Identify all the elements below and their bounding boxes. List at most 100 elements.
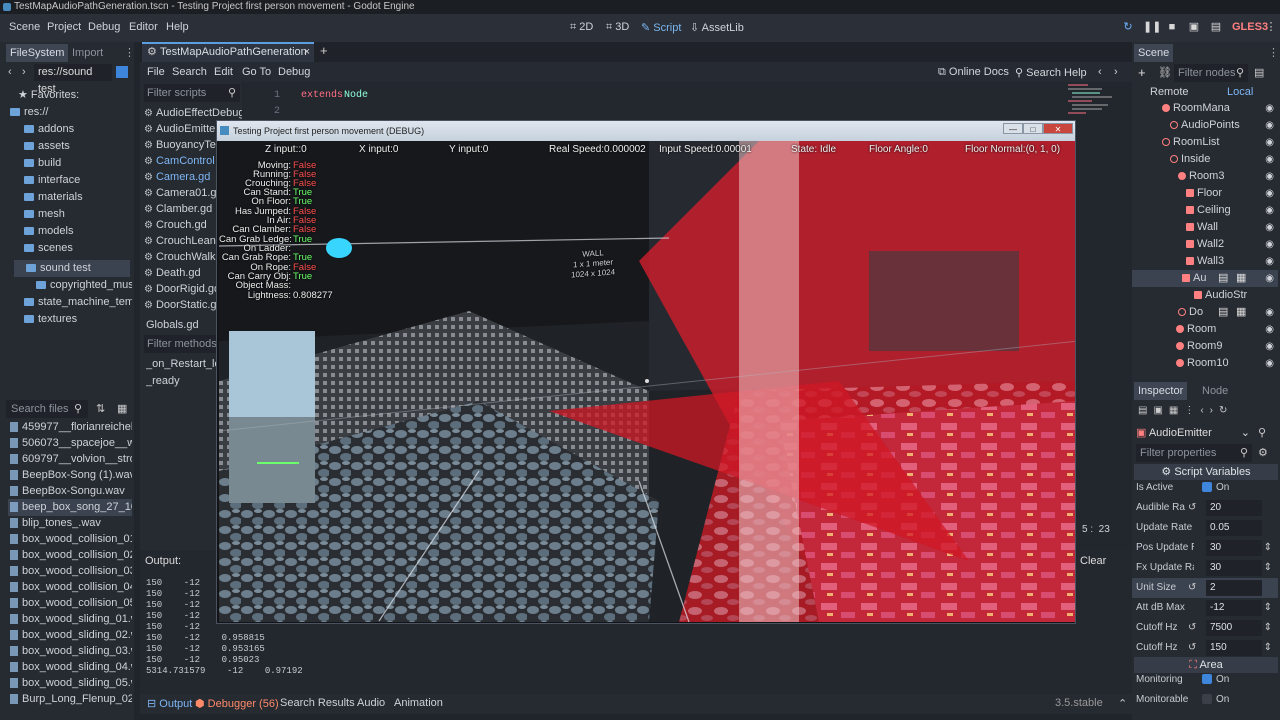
dock-menu-icon[interactable]: ⋮	[120, 44, 139, 62]
visibility-icon[interactable]: ◉	[1265, 117, 1274, 134]
scene-node[interactable]: Ceiling ◉	[1132, 202, 1278, 219]
path-field[interactable]: res://sound test	[34, 64, 112, 95]
visibility-icon[interactable]: ◉	[1265, 355, 1274, 372]
visibility-icon[interactable]: ◉	[1265, 100, 1274, 117]
menu-editor[interactable]: Editor	[129, 21, 158, 33]
file-item[interactable]: Burp_Long_Flenup_022.w	[10, 691, 132, 708]
file-item[interactable]: box_wood_sliding_04.wa	[10, 659, 132, 676]
workspace-script[interactable]: ✎ Script	[641, 21, 681, 34]
tab-search-results[interactable]: Search Results	[280, 697, 355, 709]
file-item[interactable]: 506073__spacejoe__wate	[10, 435, 132, 452]
revert-icon[interactable]: ↺	[1188, 618, 1196, 638]
script-icon[interactable]: ▤	[1218, 304, 1228, 321]
visibility-icon[interactable]: ◉	[1265, 202, 1274, 219]
game-window-titlebar[interactable]: Testing Project first person movement (D…	[217, 121, 1075, 141]
scene-node[interactable]: Room3 ◉	[1132, 168, 1278, 185]
spinner-icon[interactable]: ⇕	[1264, 598, 1272, 618]
revert-icon[interactable]: ↺	[1188, 638, 1196, 658]
prop-unit-size[interactable]: Unit Size ↺ 2	[1132, 578, 1278, 598]
visibility-icon[interactable]: ◉	[1265, 338, 1274, 355]
revert-icon[interactable]: ↺	[1188, 498, 1196, 518]
reload-icon[interactable]: ↻	[1121, 20, 1135, 34]
prop-update-rate[interactable]: Update Rate 0.05	[1132, 518, 1278, 538]
remote-tab[interactable]: Remote	[1150, 86, 1189, 98]
tab-output[interactable]: ⊟ Output	[147, 697, 192, 710]
file-item[interactable]: box_wood_sliding_02.wa	[10, 627, 132, 644]
inspector-toolbar[interactable]: ▤▣▦⋮‹›↻	[1138, 405, 1233, 416]
tune-icon[interactable]: ⚙	[1258, 446, 1268, 459]
tab-filesystem[interactable]: FileSystem	[6, 44, 69, 62]
add-tab-icon[interactable]: +	[320, 43, 328, 58]
tree-folder[interactable]: interface	[24, 172, 156, 189]
checkbox[interactable]	[1202, 674, 1212, 685]
spinner-icon[interactable]: ⇕	[1264, 558, 1272, 578]
panel-toggle-icon[interactable]: ⌃	[1118, 697, 1127, 710]
menu-project[interactable]: Project	[47, 21, 81, 33]
file-item[interactable]: box_wood_collision_03.w	[10, 563, 132, 580]
tab-audio[interactable]: Audio	[357, 697, 385, 709]
file-item[interactable]: box_wood_sliding_01.wa	[10, 611, 132, 628]
script-menu-goto[interactable]: Go To	[242, 66, 271, 78]
history-back-icon[interactable]: ‹	[1098, 66, 1102, 78]
visibility-icon[interactable]: ◉	[1265, 151, 1274, 168]
tree-folder[interactable]: models	[24, 223, 156, 240]
filter-scripts-input[interactable]: Filter scripts	[144, 84, 240, 102]
file-item[interactable]: box_wood_collision_05.w	[10, 595, 132, 612]
tree-res[interactable]: res://	[10, 104, 142, 121]
scene-menu-icon[interactable]: ▤	[1254, 66, 1264, 79]
workspace-3d[interactable]: ⌗ 3D	[606, 21, 629, 34]
tree-folder[interactable]: copyrighted_musi	[36, 277, 132, 294]
back-icon[interactable]: ‹	[8, 66, 12, 78]
script-menu-edit[interactable]: Edit	[214, 66, 233, 78]
spinner-icon[interactable]: ⇕	[1264, 618, 1272, 638]
play-scene-icon[interactable]: ▣	[1187, 20, 1201, 34]
prop-fx-update-rate[interactable]: Fx Update Ra 30 ⇕	[1132, 558, 1278, 578]
pause-icon[interactable]: ❚❚	[1143, 20, 1161, 34]
scene-node-selected[interactable]: Au ▤ ▦ ◉	[1132, 270, 1278, 287]
scene-node[interactable]: Wall ◉	[1132, 219, 1278, 236]
script-menu-file[interactable]: File	[147, 66, 165, 78]
tree-folder[interactable]: textures	[24, 311, 156, 328]
visibility-icon[interactable]: ◉	[1265, 270, 1274, 287]
prop-monitoring[interactable]: Monitoring On	[1132, 670, 1278, 690]
visibility-icon[interactable]: ◉	[1265, 134, 1274, 151]
tree-folder[interactable]: state_machine_tem	[24, 294, 132, 311]
workspace-2d[interactable]: ⌗ 2D	[570, 21, 593, 34]
menu-debug[interactable]: Debug	[88, 21, 120, 33]
prop-audible-range[interactable]: Audible Ra ↺ 20	[1132, 498, 1278, 518]
checkbox[interactable]	[1202, 694, 1212, 705]
script-icon[interactable]: ▤	[1218, 270, 1228, 287]
local-tab[interactable]: Local	[1227, 86, 1253, 98]
scene-node[interactable]: Wall3 ◉	[1132, 253, 1278, 270]
scene-node[interactable]: Room10 ◉	[1132, 355, 1278, 372]
visibility-icon[interactable]: ◉	[1265, 304, 1274, 321]
file-item[interactable]: box_wood_sliding_03.wa	[10, 643, 132, 660]
tree-folder[interactable]: addons	[24, 121, 156, 138]
workspace-assetlib[interactable]: ⇩ AssetLib	[690, 21, 744, 34]
tree-folder[interactable]: mesh	[24, 206, 156, 223]
filter-properties-input[interactable]: Filter properties	[1136, 444, 1252, 462]
forward-icon[interactable]: ›	[22, 66, 26, 78]
renderer-label[interactable]: GLES3	[1232, 21, 1268, 33]
tab-import[interactable]: Import	[68, 44, 107, 62]
spinner-icon[interactable]: ⇕	[1264, 538, 1272, 558]
tab-debugger[interactable]: ⬢ Debugger (56)	[195, 697, 279, 710]
scene-node[interactable]: Room9 ◉	[1132, 338, 1278, 355]
revert-icon[interactable]: ↺	[1188, 578, 1196, 598]
link-icon[interactable]: ⛓	[1158, 66, 1172, 79]
object-menu-icon[interactable]: ⚲	[1258, 426, 1266, 439]
file-item[interactable]: 609797__volvion__strong	[10, 451, 132, 468]
clear-output-button[interactable]: Clear	[1080, 555, 1106, 567]
visibility-icon[interactable]: ◉	[1265, 321, 1274, 338]
spinner-icon[interactable]: ⇕	[1264, 638, 1272, 658]
inspected-object[interactable]: ▣ AudioEmitter ⌄	[1136, 424, 1252, 442]
close-window-button[interactable]: ✕	[1043, 123, 1073, 134]
dock-menu-icon[interactable]: ⋮	[1264, 44, 1280, 62]
game-viewport[interactable]: WALL 1 x 1 meter 1024 x 1024 Z input::0 X …	[219, 141, 1075, 622]
file-item[interactable]: box_wood_collision_02.w	[10, 547, 132, 564]
play-custom-icon[interactable]: ▤	[1209, 20, 1223, 34]
script-menu-debug[interactable]: Debug	[278, 66, 310, 78]
scene-node[interactable]: Do ▤ ▦ ◉	[1132, 304, 1278, 321]
prop-monitorable[interactable]: Monitorable On	[1132, 690, 1278, 710]
file-item[interactable]: BeepBox-Songu.wav	[10, 483, 132, 500]
